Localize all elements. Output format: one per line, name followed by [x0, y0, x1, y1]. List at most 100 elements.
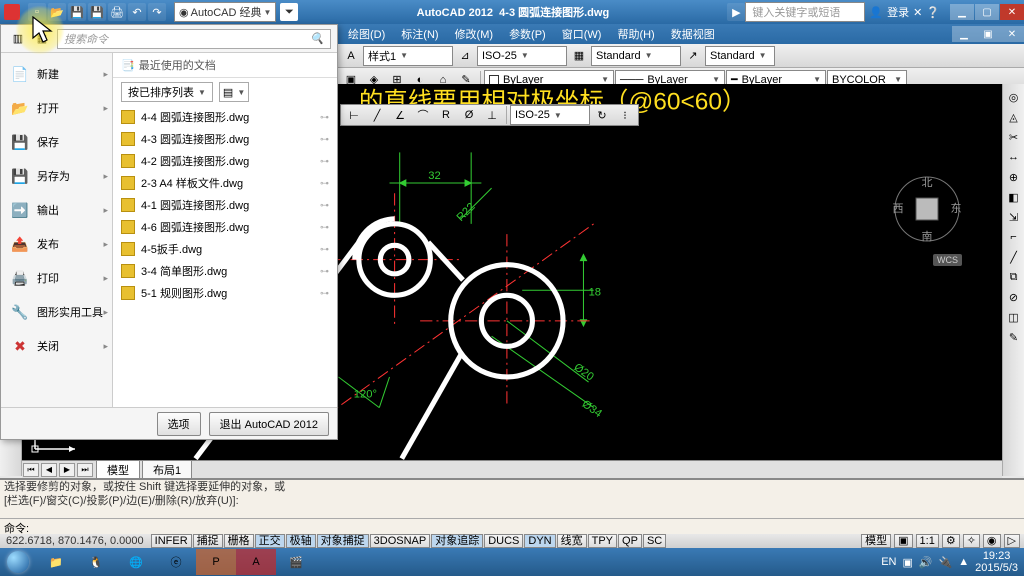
- recent-item[interactable]: 5-1 规则图形.dwg⊶: [113, 282, 337, 304]
- dim-more-icon[interactable]: ⁝: [614, 105, 636, 125]
- st-b-icon[interactable]: ✧: [963, 534, 980, 548]
- menu-help[interactable]: 帮助(H): [609, 24, 662, 44]
- mleaderstyle-icon[interactable]: ↗: [682, 46, 704, 66]
- recent-item[interactable]: 2-3 A4 样板文件.dwg⊶: [113, 172, 337, 194]
- qat-new-icon[interactable]: ▫: [28, 3, 46, 21]
- dim-linear-icon[interactable]: ⊢: [343, 105, 365, 125]
- recent-item[interactable]: 4-1 圆弧连接图形.dwg⊶: [113, 194, 337, 216]
- dim-update-icon[interactable]: ↻: [591, 105, 613, 125]
- st-ducs[interactable]: DUCS: [484, 534, 523, 548]
- recent-item[interactable]: 4-5扳手.dwg⊶: [113, 238, 337, 260]
- pin-icon[interactable]: ⊶: [320, 244, 329, 255]
- tab-next-icon[interactable]: ▶: [59, 463, 75, 477]
- rtool-12-icon[interactable]: ◫: [1005, 308, 1023, 326]
- system-tray[interactable]: EN ▣ 🔊 🔌 ▲ 19:23 2015/5/3: [875, 550, 1024, 574]
- recent-item[interactable]: 4-6 圆弧连接图形.dwg⊶: [113, 216, 337, 238]
- command-search-input[interactable]: 搜索命令 🔍: [57, 29, 331, 49]
- app-logo-icon[interactable]: [4, 4, 20, 20]
- qat-save-icon[interactable]: 💾: [68, 3, 86, 21]
- am-save[interactable]: 💾保存: [1, 125, 112, 159]
- st-3dosnap[interactable]: 3DOSNAP: [370, 534, 431, 548]
- recent-sort-combo[interactable]: 按已排序列表▼: [121, 82, 213, 102]
- recent-item[interactable]: 4-3 圆弧连接图形.dwg⊶: [113, 128, 337, 150]
- dimstyle-combo[interactable]: ISO-25▼: [477, 46, 567, 66]
- pin-icon[interactable]: ⊶: [320, 156, 329, 167]
- help-icon[interactable]: ❔: [926, 6, 940, 19]
- start-button[interactable]: [0, 548, 36, 576]
- st-layout-icon[interactable]: ▣: [894, 534, 912, 548]
- textstyle-combo[interactable]: 样式1▼: [363, 46, 453, 66]
- doc-close-button[interactable]: ✕: [1000, 26, 1024, 42]
- textstyle-icon[interactable]: A: [340, 46, 362, 66]
- rtool-2-icon[interactable]: ◬: [1005, 108, 1023, 126]
- recent-item[interactable]: 4-2 圆弧连接图形.dwg⊶: [113, 150, 337, 172]
- dim-radius-icon[interactable]: R: [435, 105, 457, 125]
- st-otrack[interactable]: 对象追踪: [431, 534, 483, 548]
- maximize-button[interactable]: ▢: [975, 4, 999, 20]
- am-open[interactable]: 📂打开▸: [1, 91, 112, 125]
- st-polar[interactable]: 极轴: [286, 534, 316, 548]
- tab-first-icon[interactable]: ⏮: [23, 463, 39, 477]
- am-print[interactable]: 🖨️打印▸: [1, 261, 112, 295]
- st-dyn[interactable]: DYN: [524, 534, 555, 548]
- options-button[interactable]: 选项: [157, 412, 201, 436]
- rtool-3-icon[interactable]: ✂: [1005, 128, 1023, 146]
- am-open-icon[interactable]: ▦: [31, 29, 53, 49]
- qat-undo-icon[interactable]: ↶: [128, 3, 146, 21]
- task-media-icon[interactable]: 🎬: [276, 549, 316, 575]
- rtool-5-icon[interactable]: ⊕: [1005, 168, 1023, 186]
- login-link[interactable]: 登录: [887, 4, 909, 20]
- menu-dimension[interactable]: 标注(N): [393, 24, 446, 44]
- am-docs-icon[interactable]: ▥: [7, 29, 29, 49]
- recent-view-combo[interactable]: ▤▼: [219, 82, 249, 102]
- st-infer[interactable]: INFER: [151, 534, 192, 548]
- tab-model[interactable]: 模型: [96, 460, 140, 479]
- st-sc[interactable]: SC: [643, 534, 666, 548]
- pin-icon[interactable]: ⊶: [320, 288, 329, 299]
- dim-aligned-icon[interactable]: ╱: [366, 105, 388, 125]
- am-utilities[interactable]: 🔧图形实用工具▸: [1, 295, 112, 329]
- dim-angular-icon[interactable]: ∠: [389, 105, 411, 125]
- am-publish[interactable]: 📤发布▸: [1, 227, 112, 261]
- rtool-1-icon[interactable]: ◎: [1005, 88, 1023, 106]
- tab-prev-icon[interactable]: ◀: [41, 463, 57, 477]
- st-model[interactable]: 模型: [861, 534, 891, 548]
- doc-restore-button[interactable]: ▣: [976, 26, 1000, 42]
- qat-saveas-icon[interactable]: 💾: [88, 3, 106, 21]
- menu-dataview[interactable]: 数据视图: [663, 24, 723, 44]
- st-a-icon[interactable]: ⚙: [942, 534, 960, 548]
- doc-minimize-button[interactable]: ▁: [952, 26, 976, 42]
- wcs-badge[interactable]: WCS: [933, 254, 962, 266]
- menu-window[interactable]: 窗口(W): [554, 24, 610, 44]
- tray-vol-icon[interactable]: 🔊: [919, 556, 933, 569]
- menu-modify[interactable]: 修改(M): [447, 24, 502, 44]
- st-c-icon[interactable]: ◉: [983, 534, 1001, 548]
- exchange-icon[interactable]: ✕: [913, 6, 922, 19]
- user-icon[interactable]: 👤: [869, 6, 883, 19]
- pin-icon[interactable]: ⊶: [320, 134, 329, 145]
- tray-flag-icon[interactable]: ▣: [902, 556, 912, 569]
- minimize-button[interactable]: ▁: [950, 4, 974, 20]
- am-saveas[interactable]: 💾另存为▸: [1, 159, 112, 193]
- am-export[interactable]: ➡️输出▸: [1, 193, 112, 227]
- task-ie-icon[interactable]: ⓔ: [156, 549, 196, 575]
- dimension-toolbar[interactable]: ⊢ ╱ ∠ ⌒ R Ø ⊥ ISO-25▼ ↻ ⁝: [340, 104, 639, 126]
- pin-icon[interactable]: ⊶: [320, 266, 329, 277]
- dim-style-combo[interactable]: ISO-25▼: [510, 105, 590, 125]
- tray-net-icon[interactable]: 🔌: [939, 556, 953, 569]
- st-d-icon[interactable]: ▷: [1004, 534, 1020, 548]
- st-scale[interactable]: 1:1: [916, 534, 939, 548]
- pin-icon[interactable]: ⊶: [320, 178, 329, 189]
- st-ortho[interactable]: 正交: [255, 534, 285, 548]
- exit-button[interactable]: 退出 AutoCAD 2012: [209, 412, 329, 436]
- dim-ordinate-icon[interactable]: ⊥: [481, 105, 503, 125]
- mleaderstyle-combo[interactable]: Standard▼: [705, 46, 775, 66]
- tablestyle-combo[interactable]: Standard▼: [591, 46, 681, 66]
- pin-icon[interactable]: ⊶: [320, 222, 329, 233]
- am-new[interactable]: 📄新建▸: [1, 57, 112, 91]
- title-search-input[interactable]: 键入关键字或短语: [745, 2, 865, 22]
- tray-clock[interactable]: 19:23 2015/5/3: [975, 550, 1018, 574]
- tab-last-icon[interactable]: ⏭: [77, 463, 93, 477]
- qat-more-icon[interactable]: ⏷: [280, 3, 298, 21]
- qat-print-icon[interactable]: 🖨: [108, 3, 126, 21]
